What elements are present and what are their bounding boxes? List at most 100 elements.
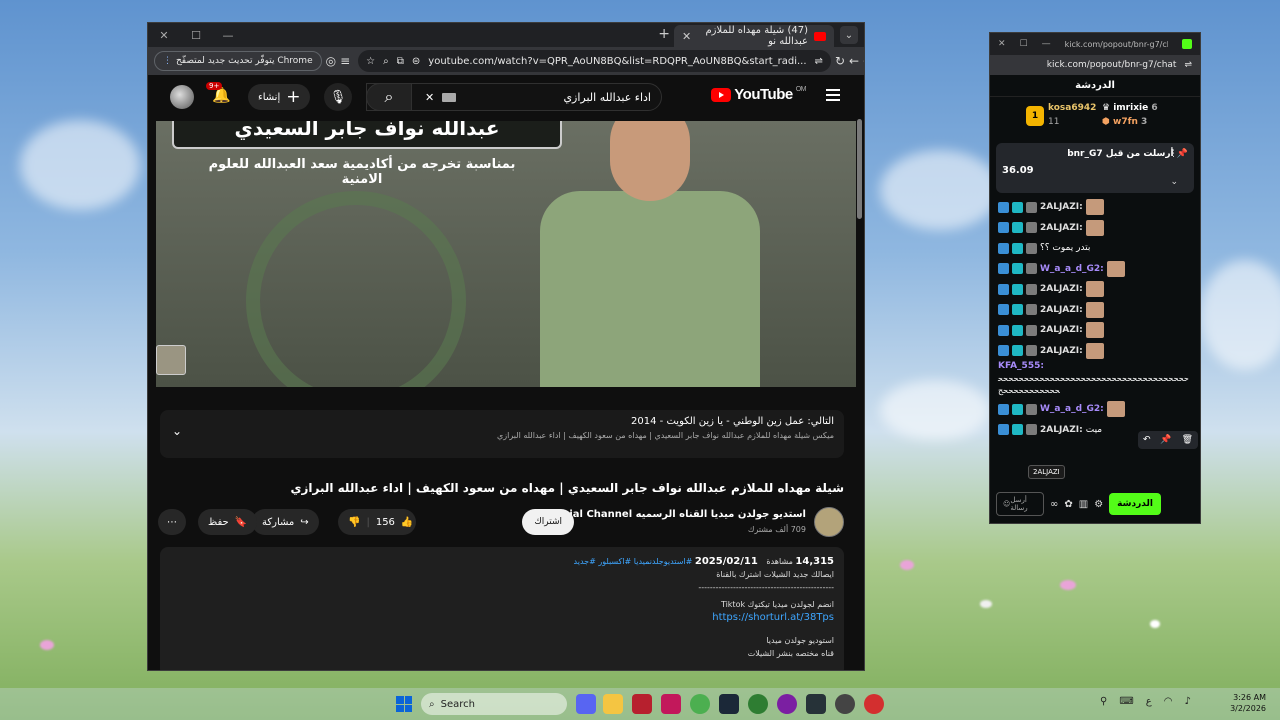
chat-username[interactable]: W_a_a_d_G2: [1040,264,1104,274]
like-icon[interactable]: 👍 [401,517,413,528]
more-icon[interactable]: ⋮ [1169,149,1178,159]
reply-icon[interactable]: ↶ [1143,435,1151,445]
keyboard-icon[interactable]: ⌨ [1119,696,1133,707]
keyboard-icon[interactable] [442,92,457,102]
chat-message[interactable]: 2ALJAZI: [998,320,1192,341]
back-icon[interactable]: ← [849,50,859,72]
reload-icon[interactable]: ↻ [835,50,845,72]
close-tab-icon[interactable]: ✕ [682,30,691,43]
minimize-window-icon[interactable]: — [1042,39,1051,49]
maximize-window-icon[interactable]: ☐ [180,23,212,47]
chat-message[interactable]: بتدر يموت ؟؟ [998,238,1192,259]
app-icon[interactable] [661,694,681,714]
tune-icon[interactable]: ⇌ [1184,60,1192,70]
chrome-profile-icon[interactable] [777,694,797,714]
zoom-icon[interactable]: ⌕ [383,56,389,67]
third-gifter[interactable]: ⬢ w7fn 3 [1102,117,1147,127]
voice-search-icon[interactable]: 🎙 [324,83,352,111]
pin-message-icon[interactable]: 📌 [1160,435,1171,445]
dislike-icon[interactable]: 👎 [348,517,360,528]
new-tab-button[interactable]: + [658,26,670,42]
clock[interactable]: 3:26 AM 3/2/2026 [1230,692,1266,714]
minimize-window-icon[interactable]: — [212,23,244,47]
omnibox[interactable]: ☆ ⌕ ⧉ ⊜ youtube.com/watch?v=QPR_AoUN8BQ&… [358,50,831,72]
search-button[interactable]: ⌕ [366,83,412,111]
settings-icon[interactable]: ⚙ [1094,499,1103,510]
volume-icon[interactable]: ♪ [1184,696,1190,707]
profile-icon[interactable]: ◎ [326,50,336,72]
tab-search-icon[interactable]: ⌄ [840,26,858,44]
chat-username[interactable]: 2ALJAZI: [1040,305,1083,315]
save-button[interactable]: حفظ 🔖 [198,509,258,535]
chat-message[interactable]: W_a_a_d_G2: [998,399,1192,420]
chat-message[interactable]: 2ALJAZI: [998,279,1192,300]
app-icon[interactable] [835,694,855,714]
second-gifter[interactable]: ♛ imrixie 6 [1102,103,1158,113]
channel-avatar[interactable] [814,507,844,537]
channel-watermark[interactable] [156,345,186,375]
chevron-down-icon[interactable]: ⌄ [172,424,182,438]
tiktok-link[interactable]: https://shorturl.at/38Tps [170,611,834,624]
chat-message[interactable]: W_a_a_d_G2: [998,259,1192,280]
pinned-message[interactable]: 📌 أرسلت من قبل bnr_G7 36.09 ⋮ ⌄ [996,143,1194,193]
chat-message[interactable]: 2ALJAZI: [998,218,1192,239]
chat-username[interactable]: 2ALJAZI: [1040,346,1083,356]
store-icon[interactable]: ▥ [1079,499,1088,510]
chrome-icon[interactable] [690,694,710,714]
chat-message[interactable]: 2ALJAZI: [998,300,1192,321]
install-app-icon[interactable]: ⧉ [397,56,404,67]
chat-message[interactable]: 2ALJAZI: [998,197,1192,218]
close-window-icon[interactable]: ✕ [998,39,1006,49]
chat-username[interactable]: 2ALJAZI: [1040,425,1083,435]
app-icon[interactable] [632,694,652,714]
account-avatar[interactable] [170,85,194,109]
chat-username[interactable]: 2ALJAZI: [1040,325,1083,335]
chrome-profile-icon[interactable] [864,694,884,714]
delete-icon[interactable]: 🗑 [1182,435,1193,445]
browser-tab[interactable]: (47) شيلة مهداه للملازم عبدالله نو ✕ [674,25,834,47]
like-dislike-button[interactable]: 👎 | 156 👍 [338,509,416,535]
discord-icon[interactable] [576,694,596,714]
maximize-window-icon[interactable]: ☐ [1020,39,1028,49]
chat-username[interactable]: 2ALJAZI: [1040,202,1083,212]
hashtags[interactable]: #استديوجلدنميديا #اكسبلور #جديد [574,557,693,566]
emoji-icon[interactable]: ☺ [1003,500,1010,508]
infinity-icon[interactable]: ∞ [1050,499,1058,510]
chat-username[interactable]: 2ALJAZI: [1040,284,1083,294]
close-window-icon[interactable]: ✕ [148,23,180,47]
chrome-update-button[interactable]: ⋮ يتوفّر تحديث جديد لمتصفّح Chrome [154,51,322,71]
youtube-logo[interactable]: YouTube OM [711,86,807,103]
steam-icon[interactable] [719,694,739,714]
tune-icon[interactable]: ⇌ [815,56,823,67]
up-next-panel[interactable]: التالي: عمل زين الوطني - يا زين الكويت -… [160,410,844,458]
forward-icon[interactable]: → [863,50,864,72]
chevron-down-icon[interactable]: ⌄ [1170,177,1178,187]
page-scrollbar[interactable] [857,119,862,219]
windows-start-icon[interactable] [396,696,412,712]
chat-username[interactable]: W_a_a_d_G2: [1040,404,1104,414]
file-explorer-icon[interactable] [603,694,623,714]
wifi-icon[interactable]: ◠ [1164,696,1173,707]
usb-icon[interactable]: ⚲ [1100,696,1107,707]
chat-message[interactable]: KFA_555: حححححححححححححححححححححححححححححححح… [998,361,1192,399]
top-gifter-name[interactable]: kosa6942 [1048,103,1096,113]
chat-input[interactable]: ☺ أرسل رسالة [996,492,1044,516]
more-actions-icon[interactable]: ⋯ [158,509,186,535]
taskbar-search[interactable]: ⌕ Search [421,693,567,715]
clear-search-icon[interactable]: ✕ [425,91,434,104]
video-player[interactable]: عبدالله نواف جابر السعيدي بمناسبة تخرجه … [156,121,856,387]
share-button[interactable]: مشاركة ↪ [252,509,319,535]
media-controls-icon[interactable]: ≡ [340,50,350,72]
lang-indicator[interactable]: ع [1146,696,1152,707]
bookmark-star-icon[interactable]: ☆ [366,56,375,67]
notifications-bell-icon[interactable]: 🔔 9+ [206,82,231,104]
subscribe-button[interactable]: اشتراك [522,509,574,535]
address-bar[interactable]: kick.com/popout/bnr-g7/chat ⇌ [990,55,1200,75]
chat-message[interactable]: 2ALJAZI: [998,341,1192,362]
create-button[interactable]: إنشاء + [248,84,311,110]
gift-icon[interactable]: ✿ [1064,499,1072,510]
site-info-icon[interactable]: ⊜ [412,56,420,67]
chat-username[interactable]: 2ALJAZI: [1040,223,1083,233]
terminal-icon[interactable] [806,694,826,714]
chat-username[interactable]: KFA_555: [998,361,1044,371]
